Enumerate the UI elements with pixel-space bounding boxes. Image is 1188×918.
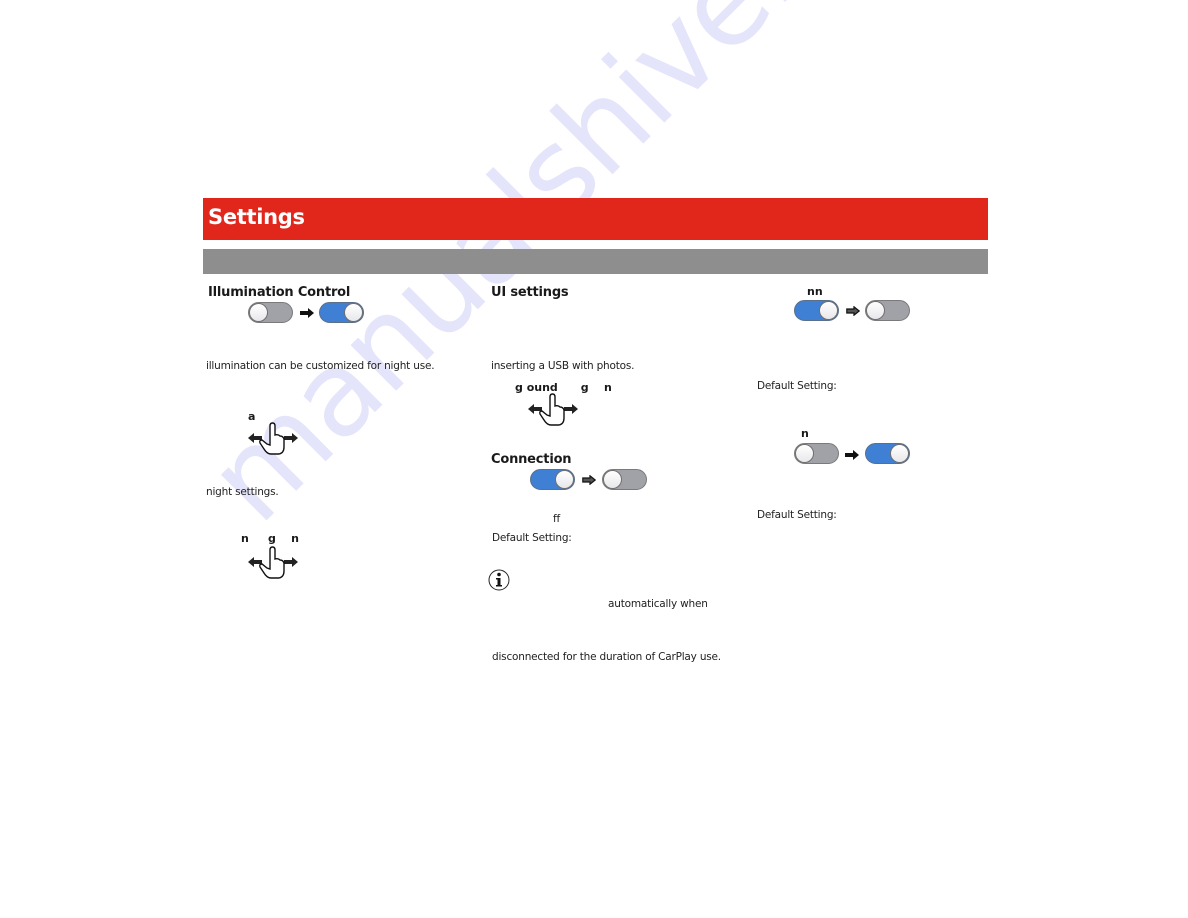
section-bar: [203, 249, 988, 274]
item1-toggle-off: [865, 300, 910, 321]
illumination-text-2: night settings.: [206, 486, 279, 498]
illumination-control-heading: Illumination Control: [208, 285, 351, 300]
item1-default-label: Default Setting:: [757, 380, 837, 392]
toggle-knob: [795, 444, 814, 463]
connection-heading: Connection: [491, 452, 572, 467]
title-bar: Settings: [203, 198, 988, 240]
connection-toggle-off: [602, 469, 647, 490]
item2-label: n: [801, 427, 809, 440]
page-title: Settings: [208, 205, 305, 229]
ui-settings-text-1: inserting a USB with photos.: [491, 360, 635, 372]
swipe-hand-icon: [248, 422, 298, 455]
illumination-toggle-on: [319, 302, 364, 323]
illumination-text-1: illumination can be customized for night…: [206, 360, 435, 372]
note-text-2: disconnected for the duration of CarPlay…: [492, 651, 721, 663]
item1-toggle-on: [794, 300, 839, 321]
toggle-knob: [866, 301, 885, 320]
note-text-1: automatically when: [608, 598, 708, 610]
toggle-knob: [890, 444, 909, 463]
connection-toggle-on: [530, 469, 575, 490]
illumination-toggle-off: [248, 302, 293, 323]
gesture-label-2: n g n: [241, 532, 300, 545]
swipe-hand-icon: [248, 546, 298, 579]
item1-label: nn: [807, 285, 823, 298]
arrow-right-icon: [300, 308, 314, 318]
ui-settings-heading: UI settings: [491, 285, 569, 300]
arrow-right-icon: [845, 450, 859, 460]
arrow-right-icon: [582, 475, 596, 485]
toggle-knob: [603, 470, 622, 489]
connection-state-text: ff: [553, 513, 560, 525]
toggle-knob: [555, 470, 574, 489]
arrow-right-icon: [846, 306, 860, 316]
connection-default-label: Default Setting:: [492, 532, 572, 544]
toggle-knob: [819, 301, 838, 320]
swipe-hand-icon: [528, 393, 578, 426]
info-icon: [488, 569, 510, 591]
item2-toggle-on: [865, 443, 910, 464]
item2-toggle-off: [794, 443, 839, 464]
item2-default-label: Default Setting:: [757, 509, 837, 521]
toggle-knob: [344, 303, 363, 322]
toggle-knob: [249, 303, 268, 322]
